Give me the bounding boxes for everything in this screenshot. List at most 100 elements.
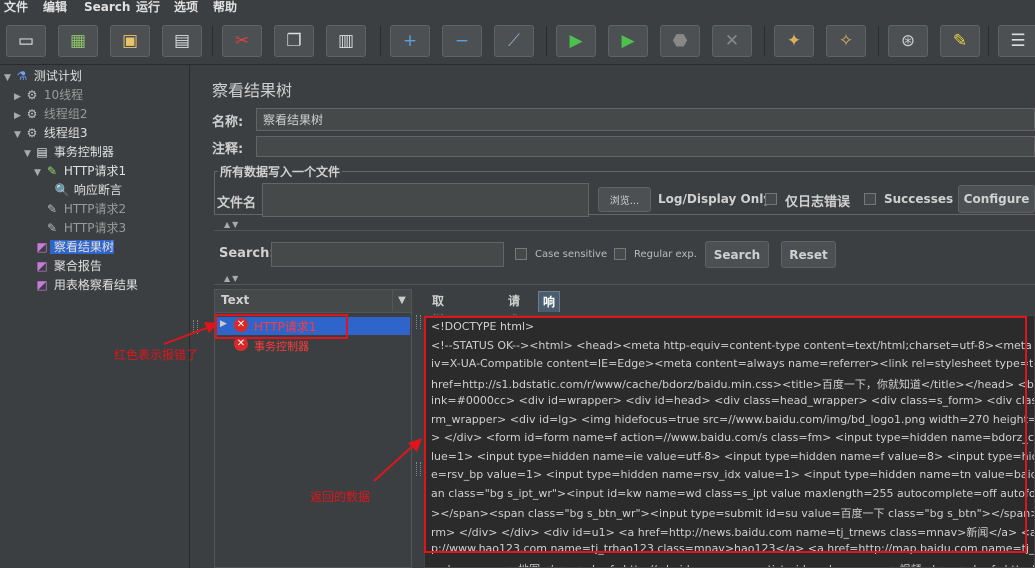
expand-button[interactable]: + <box>390 25 430 57</box>
renderer-dropdown-icon[interactable]: ▼ <box>392 290 411 311</box>
http-sampler-icon: ✎ <box>46 164 58 178</box>
shutdown-button[interactable]: ✕ <box>712 25 752 57</box>
view-results-tree-panel: 察看结果树 名称: 察看结果树 注释: 所有数据写入一个文件 文件名 浏览...… <box>200 65 1035 568</box>
tree-item-selected[interactable]: ◩ 察看结果树 <box>24 238 114 257</box>
result-item-label: 事务控制器 <box>254 340 309 353</box>
tree-item[interactable]: ▶ ⚙ 线程组2 <box>14 105 87 124</box>
http-sampler-icon: ✎ <box>46 202 58 216</box>
menu-search[interactable]: Search <box>84 0 130 15</box>
regex-checkbox[interactable] <box>614 248 626 260</box>
results-splitter-grip[interactable] <box>416 315 421 329</box>
case-sensitive-checkbox[interactable] <box>515 248 527 260</box>
tree-item-label: HTTP请求1 <box>60 164 127 178</box>
templates-icon: ▦ <box>69 31 87 51</box>
clear-button[interactable]: ✦ <box>774 25 814 57</box>
name-field[interactable]: 察看结果树 <box>256 108 1035 131</box>
tree-item[interactable]: ▼ ⚗ 测试计划 <box>4 67 82 86</box>
stop-icon: ⬣ <box>672 31 688 51</box>
tree-item-label: HTTP请求2 <box>60 202 127 216</box>
templates-button[interactable]: ▦ <box>58 25 98 57</box>
response-annotation: 返回的数据 <box>310 490 371 504</box>
start-icon: ▶ <box>569 31 583 51</box>
new-icon: ▭ <box>17 31 35 51</box>
divider <box>214 230 1035 231</box>
tree-item[interactable]: ✎ HTTP请求3 <box>34 219 126 238</box>
errors-only-label: 仅日志错误 <box>785 195 851 210</box>
page-title: 察看结果树 <box>212 81 293 100</box>
new-button[interactable]: ▭ <box>6 25 46 57</box>
tab-sampler-result[interactable]: 取样器结果 <box>428 291 448 388</box>
menu-options[interactable]: 选项 <box>174 0 198 15</box>
tree-item[interactable]: ▶ ⚙ 10线程 <box>14 86 83 105</box>
function-helper-button[interactable]: ☰ <box>998 25 1035 57</box>
error-highlight-box <box>215 314 348 339</box>
collapse-arrow-icon[interactable]: ▼ <box>4 69 14 88</box>
clear-all-button[interactable]: ✧ <box>826 25 866 57</box>
search-button[interactable]: ⊛ <box>888 25 928 57</box>
search-button[interactable]: Search <box>705 241 769 268</box>
successes-checkbox[interactable] <box>864 193 876 205</box>
open-button[interactable]: ▣ <box>110 25 150 57</box>
function-helper-icon: ☰ <box>1010 31 1026 51</box>
search-input[interactable] <box>271 242 504 267</box>
collapse-button[interactable]: − <box>442 25 482 57</box>
tree-item[interactable]: ✎ HTTP请求2 <box>34 200 126 219</box>
tree-item[interactable]: ◩ 聚合报告 <box>24 257 102 276</box>
copy-icon: ❐ <box>286 31 302 51</box>
tree-item[interactable]: ◩ 用表格察看结果 <box>24 276 138 295</box>
tree-item[interactable]: 🔍 响应断言 <box>44 181 122 200</box>
paste-button[interactable]: ▥ <box>326 25 366 57</box>
menu-bar: 文件 编辑 Search 运行 选项 帮助 <box>0 0 1035 16</box>
successes-label: Successes <box>884 192 954 206</box>
menu-file[interactable]: 文件 <box>4 0 28 15</box>
response-annotation-arrow <box>373 438 422 482</box>
save-button[interactable]: ▤ <box>162 25 202 57</box>
tree-item[interactable]: ▼ ⚙ 线程组3 <box>14 124 87 143</box>
menu-edit[interactable]: 编辑 <box>43 0 67 15</box>
browse-button[interactable]: 浏览... <box>598 187 651 212</box>
error-annotation-arrow <box>163 322 218 345</box>
menu-help[interactable]: 帮助 <box>213 0 237 15</box>
start-no-pause-button[interactable]: ▶ <box>608 25 648 57</box>
toolbar-separator <box>380 26 381 56</box>
filename-field[interactable] <box>262 183 589 217</box>
errors-only-checkbox[interactable] <box>765 193 777 205</box>
tab-request[interactable]: 请求 <box>504 291 524 328</box>
http-sampler-icon: ✎ <box>46 221 58 235</box>
splitter[interactable] <box>190 65 200 568</box>
tree-item-label: 线程组3 <box>40 126 88 140</box>
collapse-arrow-icon[interactable]: ▼ <box>14 126 24 145</box>
results-column-header[interactable]: Text ▼ <box>215 290 411 313</box>
collapse-arrow-icon[interactable]: ▼ <box>24 145 34 164</box>
filename-label: 文件名 <box>217 196 257 211</box>
file-section-title: 所有数据写入一个文件 <box>218 163 343 180</box>
copy-button[interactable]: ❐ <box>274 25 314 57</box>
collapse-arrows-top[interactable]: ▲▼ <box>224 220 240 229</box>
regex-label: Regular exp. <box>634 249 697 260</box>
menu-run[interactable]: 运行 <box>136 0 160 15</box>
listener-icon: ◩ <box>36 240 48 254</box>
cut-button[interactable]: ✂ <box>222 25 262 57</box>
tab-response-data[interactable]: 响应数据 <box>538 291 561 369</box>
configure-button[interactable]: Configure <box>958 185 1035 213</box>
tree-item-label: 用表格察看结果 <box>50 278 138 292</box>
text-column-label: Text <box>221 293 250 307</box>
tree-item-label: 察看结果树 <box>50 240 114 254</box>
thread-group-icon: ⚙ <box>26 88 38 102</box>
toggle-button[interactable]: ⟋ <box>494 25 534 57</box>
name-label: 名称: <box>212 115 244 130</box>
collapse-arrows-bottom[interactable]: ▲▼ <box>224 274 240 283</box>
test-plan-tree: ▼ ⚗ 测试计划 ▶ ⚙ 10线程 ▶ ⚙ 线程组2 ▼ ⚙ 线程组3 ▼ ▤ 事务控制器 ▼ ✎ H… <box>0 65 190 568</box>
error-shield-icon: ✕ <box>234 337 248 351</box>
collapse-arrow-icon[interactable]: ▼ <box>34 164 44 183</box>
start-button[interactable]: ▶ <box>556 25 596 57</box>
tree-item[interactable]: ▼ ▤ 事务控制器 <box>24 143 114 162</box>
reset-search-button[interactable]: ✎ <box>940 25 980 57</box>
start-no-pause-icon: ▶ <box>621 31 635 51</box>
error-annotation: 红色表示报错了 <box>114 348 199 362</box>
reset-button[interactable]: Reset <box>781 241 836 268</box>
comment-field[interactable] <box>256 136 1035 157</box>
stop-button[interactable]: ⬣ <box>660 25 700 57</box>
search-label: Search: <box>219 246 275 261</box>
tree-item[interactable]: ▼ ✎ HTTP请求1 <box>34 162 126 181</box>
